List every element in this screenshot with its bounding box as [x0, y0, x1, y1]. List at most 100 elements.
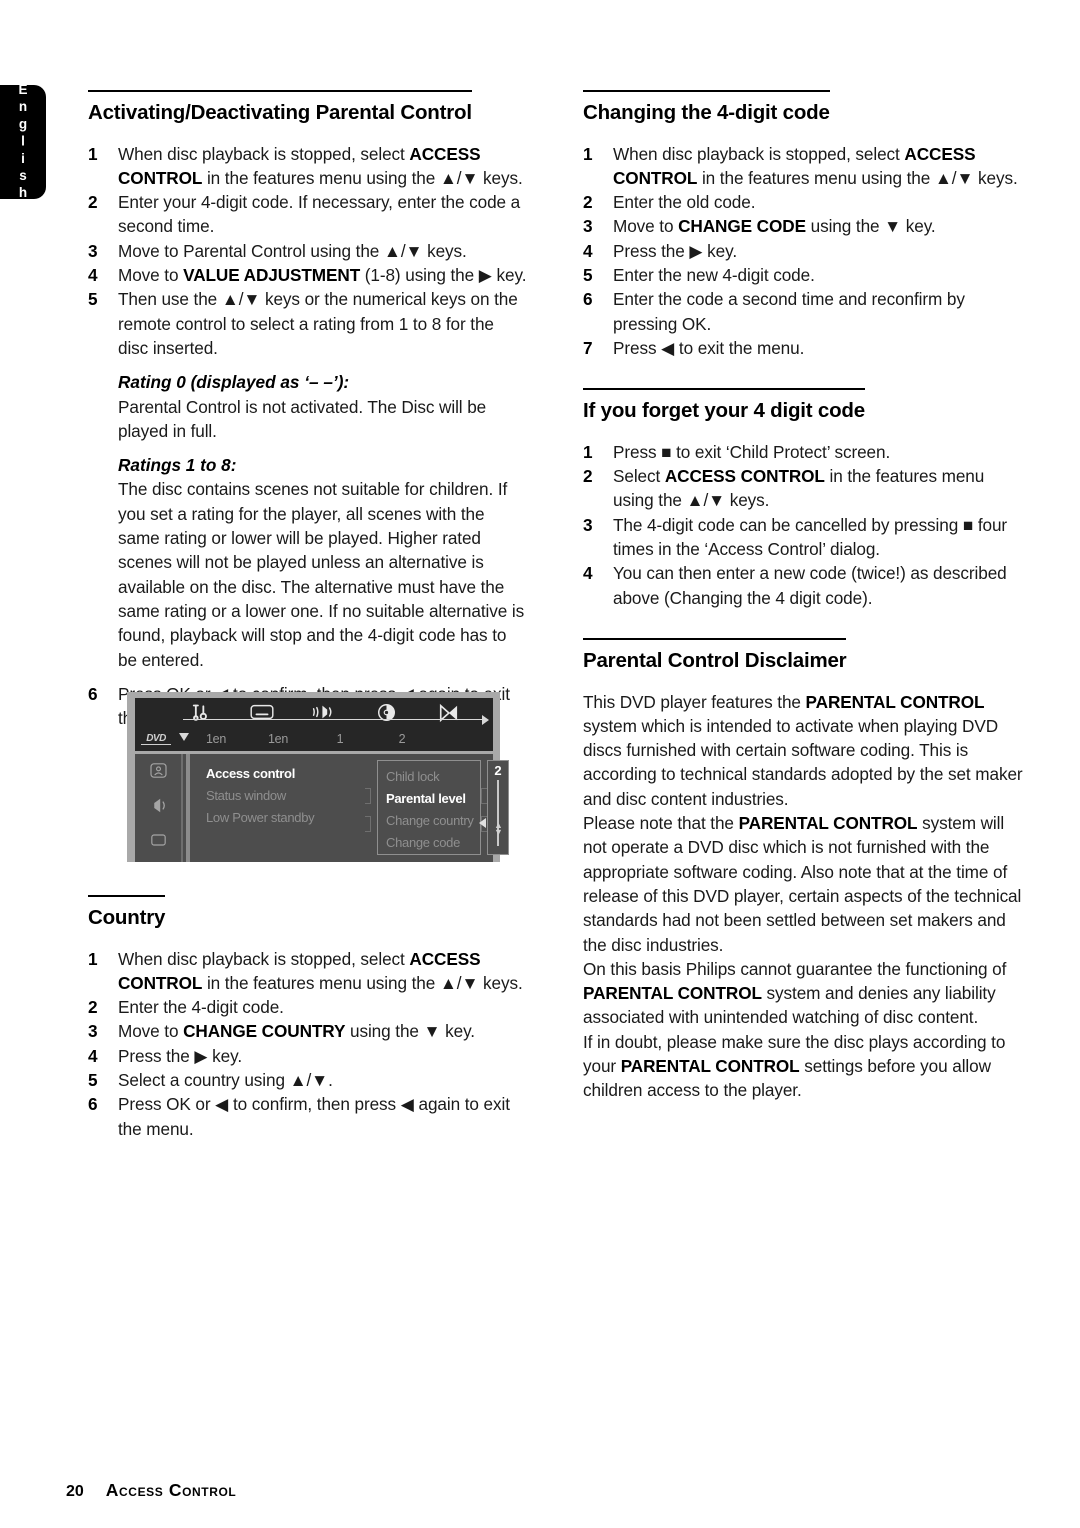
osd-submenu-panel: Child lock Parental level Change country Ch… — [377, 760, 481, 855]
speaker-audio-icon — [149, 797, 168, 819]
footer-page-number: 20 — [66, 1483, 84, 1500]
step-item: 4 Move to VALUE ADJUSTMENT (1-8) using th… — [88, 263, 528, 287]
step-number: 2 — [88, 192, 98, 213]
osd-menu-item[interactable]: Change country — [386, 810, 480, 832]
step-text: Enter the code a second time and reconfi… — [613, 289, 965, 334]
step-text: When disc playback is stopped, select AC… — [613, 143, 1018, 188]
heading-activating-deactivating-parental-control: Activating/Deactivating Parental Control — [88, 90, 472, 126]
step-item: 2 Select ACCESS CONTROL in the features m… — [583, 464, 1023, 513]
step-text: When disc playback is stopped, select AC… — [118, 948, 523, 993]
osd-screenshot-figure: DVD 1en 1en 1 2 Access control Status wi… — [127, 692, 509, 862]
step-text: The 4-digit code can be cancelled by pre… — [613, 514, 1008, 560]
dvd-logo-icon: DVD — [141, 733, 171, 745]
ratings-1-to-8-heading: Ratings 1 to 8: — [118, 455, 237, 476]
step-number: 6 — [583, 289, 593, 310]
step-text: Move to Parental Control using the ▲/▼ k… — [118, 240, 467, 261]
step-number: 3 — [583, 514, 593, 535]
step-item: 5 Enter the new 4-digit code. — [583, 263, 1023, 287]
step-number: 1 — [583, 143, 593, 164]
step-text: Select a country using ▲/▼. — [118, 1070, 333, 1091]
osd-selection-caret-icon — [179, 733, 189, 741]
rating-0-heading: Rating 0 (displayed as ‘– –’): — [118, 372, 350, 393]
step-number: 3 — [88, 1021, 98, 1042]
osd-side-icon-rail — [135, 754, 183, 862]
user-preferences-icon — [149, 763, 167, 783]
step-text: Enter the 4-digit code. — [118, 997, 284, 1018]
osd-menu-item[interactable]: Child lock — [386, 766, 480, 788]
step-item: 2 Enter your 4-digit code. If necessary, … — [88, 190, 528, 239]
step-number: 1 — [88, 948, 98, 969]
step-text: Move to VALUE ADJUSTMENT (1-8) using the… — [118, 265, 527, 286]
heading-if-you-forget-your-4-digit-code: If you forget your 4 digit code — [583, 388, 865, 424]
step-item: 4 Press the ▶ key. — [583, 239, 1023, 263]
left-column: Activating/Deactivating Parental Control… — [88, 90, 528, 730]
step-item: 5 Then use the ▲/▼ keys or the numerical … — [88, 287, 528, 360]
right-column: Changing the 4-digit code 1 When disc pla… — [583, 90, 1023, 1103]
language-tab: English — [0, 81, 46, 203]
step-number: 1 — [583, 441, 593, 462]
language-tab-label: English — [15, 81, 31, 203]
step-number: 5 — [88, 289, 98, 310]
step-number: 7 — [583, 337, 593, 358]
heading-wrap: Country — [88, 895, 528, 945]
step-text: Press the ▶ key. — [613, 240, 738, 261]
heading-parental-control-disclaimer: Parental Control Disclaimer — [583, 637, 847, 674]
step-item: 2 Enter the old code. — [583, 190, 1023, 214]
disclaimer-paragraphs: This DVD player features the PARENTAL CO… — [583, 690, 1023, 1103]
steps-activating-parental-control: 1 When disc playback is stopped, select A… — [88, 142, 528, 361]
step-text: Then use the ▲/▼ keys or the numerical k… — [118, 289, 518, 358]
osd-value-row: DVD 1en 1en 1 2 — [135, 715, 493, 751]
step-number: 5 — [583, 265, 593, 286]
step-number: 2 — [583, 192, 593, 213]
manual-page: English Activating/Deactivating Parental… — [0, 0, 1080, 1528]
step-item: 3 Move to Parental Control using the ▲/▼ … — [88, 239, 528, 263]
step-text: Enter your 4-digit code. If necessary, e… — [118, 192, 521, 237]
heading-wrap: Activating/Deactivating Parental Control — [88, 90, 528, 140]
step-number: 4 — [88, 265, 98, 286]
heading-wrap: If you forget your 4 digit code — [583, 388, 1023, 438]
step-text: Press OK or ◀ to confirm, then press ◀ a… — [118, 1094, 510, 1139]
display-icon — [150, 833, 166, 851]
step-item: 6 Enter the code a second time and reconf… — [583, 287, 1023, 336]
step-text: Enter the new 4-digit code. — [613, 265, 815, 286]
steps-forgot-code: 1 Press ■ to exit ‘Child Protect’ screen.… — [583, 440, 1023, 610]
step-item: 3 Move to CHANGE CODE using the ▼ key. — [583, 214, 1023, 238]
heading-country: Country — [88, 895, 165, 931]
step-item: 1 When disc playback is stopped, select A… — [88, 947, 528, 996]
step-number: 4 — [583, 240, 593, 261]
step-item: 7 Press ◀ to exit the menu. — [583, 336, 1023, 360]
step-item: 1 When disc playback is stopped, select A… — [88, 142, 528, 191]
osd-rail-divider — [186, 754, 190, 862]
step-number: 1 — [88, 143, 98, 164]
step-text: Enter the old code. — [613, 192, 756, 213]
step-text: Move to CHANGE COUNTRY using the ▼ key. — [118, 1021, 475, 1042]
step-text: You can then enter a new code (twice!) a… — [613, 563, 1007, 608]
osd-submenu-list: Child lock Parental level Change country Ch… — [386, 766, 480, 854]
osd-tick-mark — [365, 788, 371, 804]
osd-main-panel: Access control Status window Low Power sta… — [193, 754, 509, 862]
step-item: 3 The 4-digit code can be cancelled by pr… — [583, 513, 1023, 562]
step-number: 3 — [88, 240, 98, 261]
disclaimer-paragraph: If in doubt, please make sure the disc p… — [583, 1031, 1006, 1101]
step-number: 6 — [88, 1094, 98, 1115]
heading-wrap: Changing the 4-digit code — [583, 90, 1023, 140]
osd-value-slider[interactable]: 2 ▲ ▼ — [487, 760, 509, 855]
osd-slider-arrows-icon[interactable]: ▲ ▼ — [494, 821, 503, 837]
step-text: Press the ▶ key. — [118, 1045, 243, 1066]
step-text: Press ◀ to exit the menu. — [613, 337, 805, 358]
osd-top-bar: DVD 1en 1en 1 2 — [135, 698, 493, 751]
heading-wrap: Parental Control Disclaimer — [583, 637, 1023, 688]
disclaimer-paragraph: This DVD player features the PARENTAL CO… — [583, 691, 1023, 809]
osd-menu-item[interactable]: Parental level — [386, 788, 480, 810]
step-item: 4 Press the ▶ key. — [88, 1044, 528, 1068]
step-item: 3 Move to CHANGE COUNTRY using the ▼ key. — [88, 1019, 528, 1043]
step-item: 4 You can then enter a new code (twice!) … — [583, 561, 1023, 610]
osd-menu-item[interactable]: Change code — [386, 832, 480, 854]
step-text: Select ACCESS CONTROL in the features me… — [613, 466, 985, 511]
ratings-1-to-8-body: The disc contains scenes not suitable fo… — [118, 479, 525, 670]
country-section: Country 1 When disc playback is stopped, … — [88, 895, 528, 1141]
heading-changing-the-4-digit-code: Changing the 4-digit code — [583, 90, 830, 126]
